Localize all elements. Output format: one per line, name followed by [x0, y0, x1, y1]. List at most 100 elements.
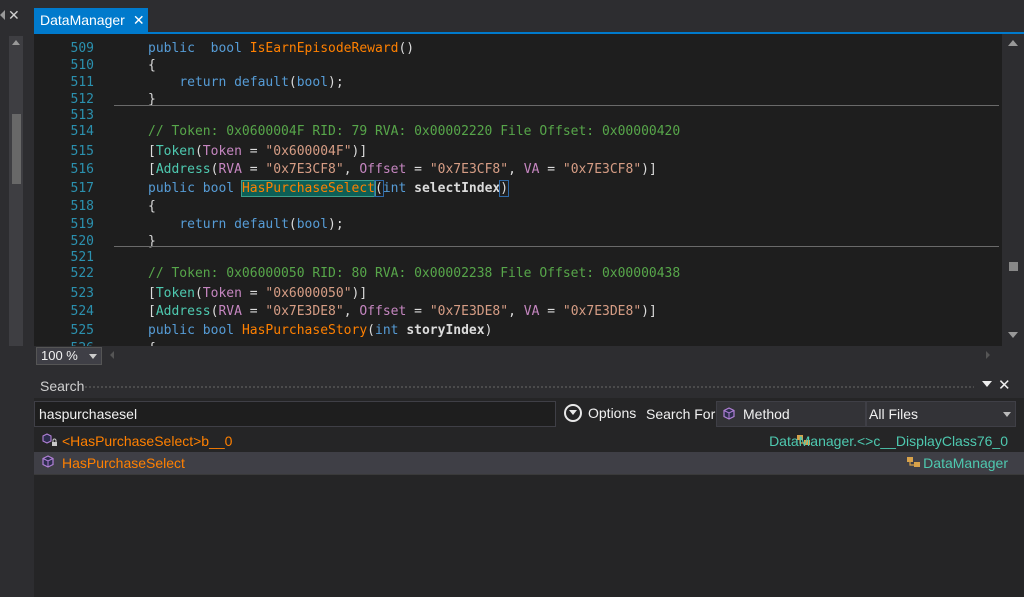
- code-token: RVA: [218, 304, 242, 319]
- code-line[interactable]: 509 public bool IsEarnEpisodeReward(): [34, 40, 999, 58]
- chevron-down-icon: [89, 354, 97, 359]
- code-line[interactable]: 515 [Token(Token = "0x600004F")]: [34, 143, 999, 161]
- code-text: {: [148, 198, 156, 216]
- side-strip: [0, 364, 34, 597]
- scroll-position-marker[interactable]: [1009, 262, 1018, 271]
- search-result-row[interactable]: <HasPurchaseSelect>b__0 DataManager.<>c_…: [34, 430, 1024, 452]
- code-token: )]: [641, 304, 657, 319]
- result-name: <HasPurchaseSelect>b__0: [62, 433, 233, 449]
- code-text: public bool HasPurchaseSelect(int select…: [148, 180, 510, 198]
- code-token: {: [148, 199, 156, 214]
- method-separator: [114, 246, 999, 247]
- search-kind-value: Method: [743, 406, 790, 422]
- line-number: 524: [70, 304, 94, 319]
- code-line[interactable]: 523 [Token(Token = "0x6000050")]: [34, 285, 999, 303]
- code-token: ,: [508, 304, 524, 319]
- code-token: return: [179, 217, 227, 232]
- code-token: =: [241, 286, 266, 301]
- code-token: (: [288, 217, 297, 232]
- line-number: 522: [70, 266, 94, 281]
- code-token: =: [241, 304, 266, 319]
- panel-menu-icon[interactable]: [982, 381, 992, 387]
- code-line[interactable]: 514 // Token: 0x0600004F RID: 79 RVA: 0x0…: [34, 123, 999, 141]
- scroll-up-icon[interactable]: [1008, 40, 1018, 46]
- code-token: "0x7E3CF8": [562, 162, 642, 177]
- code-text: [Address(RVA = "0x7E3CF8", Offset = "0x7…: [148, 161, 657, 179]
- zoom-value: 100 %: [41, 348, 78, 363]
- zoom-select[interactable]: 100 %: [36, 347, 102, 365]
- code-line[interactable]: 510 {: [34, 57, 999, 75]
- code-line[interactable]: 519 return default(bool);: [34, 216, 999, 234]
- code-line[interactable]: 511 return default(bool);: [34, 74, 999, 92]
- code-token: int: [382, 181, 407, 196]
- left-close-icon[interactable]: ✕: [8, 7, 20, 24]
- code-editor[interactable]: 509 public bool IsEarnEpisodeReward() 510{…: [34, 34, 1024, 346]
- scroll-right-icon[interactable]: [986, 351, 990, 359]
- code-token: Address: [155, 304, 211, 319]
- code-line[interactable]: 516 [Address(RVA = "0x7E3CF8", Offset = "…: [34, 161, 999, 179]
- scroll-thumb[interactable]: [12, 114, 21, 184]
- options-button[interactable]: Options: [564, 401, 636, 425]
- search-kind-select[interactable]: Method: [716, 401, 877, 427]
- scroll-up-icon[interactable]: [12, 40, 20, 45]
- search-input[interactable]: haspurchasesel: [34, 401, 556, 427]
- code-token: ): [484, 323, 493, 338]
- code-token: [: [148, 162, 156, 177]
- code-text: // Token: 0x0600004F RID: 79 RVA: 0x0000…: [148, 123, 680, 141]
- tab-datamanager[interactable]: DataManager ✕: [34, 8, 148, 32]
- code-token: );: [328, 217, 344, 232]
- code-token: Address: [155, 162, 211, 177]
- search-result-row[interactable]: HasPurchaseSelect DataManager: [34, 452, 1024, 474]
- code-token: (): [398, 41, 415, 56]
- code-token: "0x7E3DE8": [429, 304, 509, 319]
- search-panel-title: Search: [40, 378, 85, 394]
- code-line[interactable]: 517 public bool HasPurchaseSelect(int sel…: [34, 180, 999, 198]
- chevron-down-icon: [1003, 412, 1011, 417]
- code-token: bool: [296, 75, 329, 90]
- left-scrollbar[interactable]: [9, 36, 23, 346]
- search-scope-select[interactable]: All Files: [866, 401, 1016, 427]
- panel-arrow-icon: [0, 10, 5, 20]
- code-token: )]: [641, 162, 657, 177]
- scroll-left-icon[interactable]: [110, 351, 114, 359]
- scroll-down-icon[interactable]: [1008, 332, 1018, 338]
- code-token: bool: [202, 181, 235, 196]
- class-icon: [906, 456, 922, 475]
- editor-vertical-scrollbar[interactable]: [1002, 34, 1024, 346]
- code-token: {: [148, 58, 156, 73]
- line-number: 519: [70, 217, 94, 232]
- code-token: int: [375, 323, 399, 338]
- code-line[interactable]: 525 public bool HasPurchaseStory(int stor…: [34, 322, 999, 340]
- code-token: );: [328, 75, 344, 90]
- method-icon: [42, 455, 54, 473]
- search-for-label: Search For:: [646, 406, 720, 422]
- options-label: Options: [588, 405, 637, 421]
- code-token: =: [539, 162, 563, 177]
- code-token: [: [148, 144, 156, 159]
- code-token: (: [374, 180, 384, 197]
- method-lock-icon: [42, 433, 58, 452]
- code-token: )]: [351, 144, 368, 159]
- editor-status-bar: 100 %: [34, 346, 1024, 365]
- code-token: storyIndex: [406, 323, 485, 338]
- tab-close-icon[interactable]: ✕: [133, 12, 145, 29]
- code-text: [Token(Token = "0x6000050")]: [148, 285, 367, 303]
- code-line[interactable]: 522 // Token: 0x06000050 RID: 80 RVA: 0x0…: [34, 265, 999, 283]
- code-token: =: [241, 162, 266, 177]
- code-line[interactable]: 518 {: [34, 198, 999, 216]
- code-token: HasPurchaseSelect: [240, 180, 377, 197]
- code-token: [: [148, 304, 156, 319]
- code-token: // Token: 0x0600004F RID: 79 RVA: 0x0000…: [148, 124, 681, 139]
- code-token: (: [367, 323, 375, 338]
- line-number: 516: [70, 162, 94, 177]
- code-token: return: [179, 75, 227, 90]
- code-token: bool: [210, 41, 242, 56]
- code-line[interactable]: 524 [Address(RVA = "0x7E3DE8", Offset = "…: [34, 303, 999, 321]
- line-number: 515: [70, 144, 94, 159]
- code-token: Token: [155, 144, 195, 159]
- code-token: Offset: [359, 304, 407, 319]
- code-text: public bool HasPurchaseStory(int storyIn…: [148, 322, 492, 340]
- panel-close-icon[interactable]: ✕: [998, 376, 1011, 394]
- code-text: return default(bool);: [148, 216, 344, 234]
